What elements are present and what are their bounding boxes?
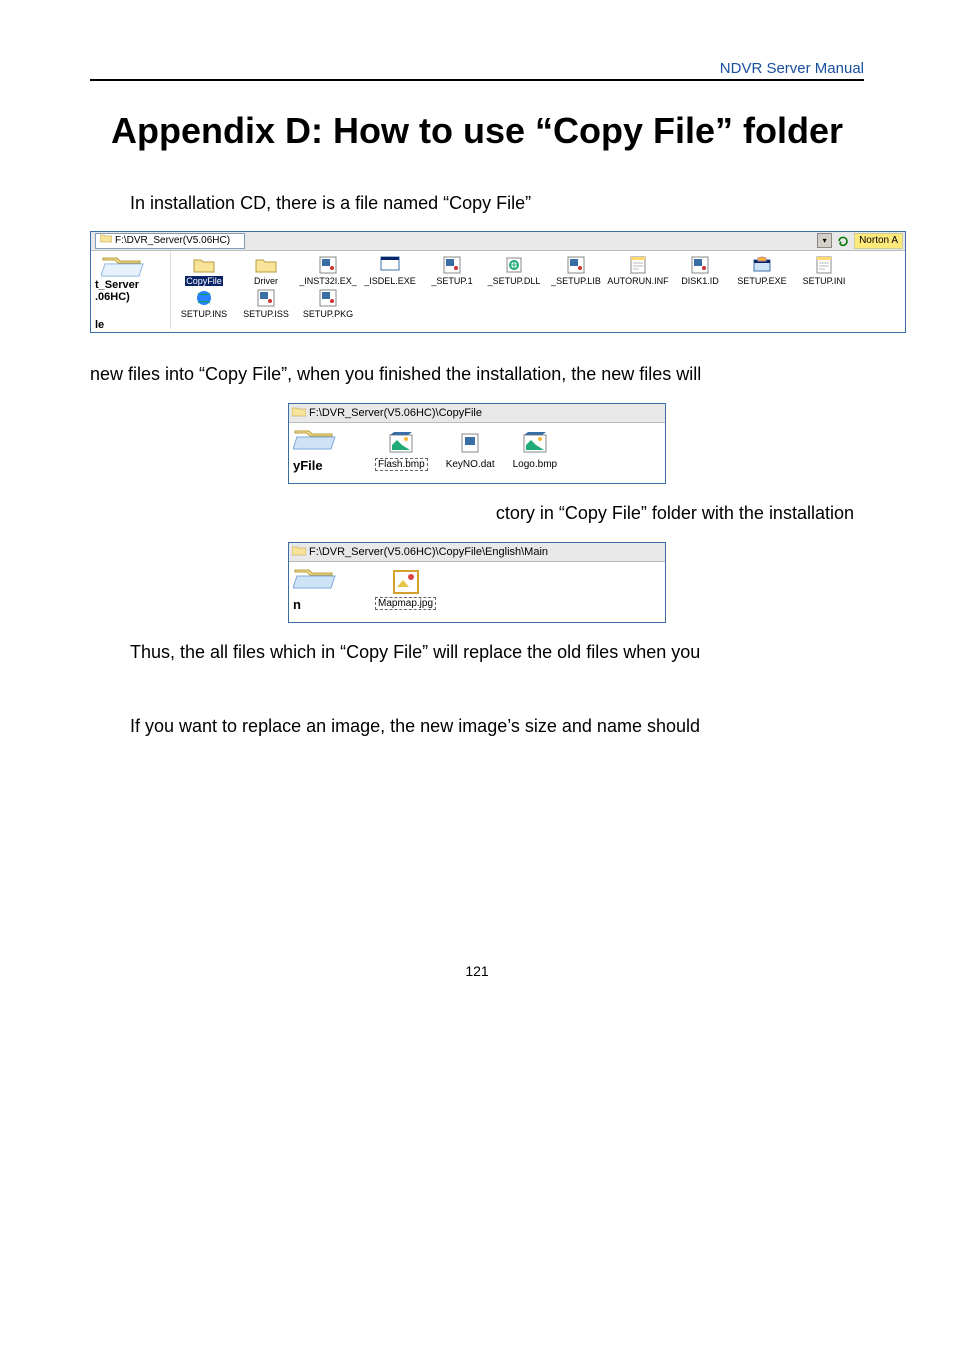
file-label: _ISDEL.EXE <box>359 276 421 286</box>
explorer-window-2: F:\DVR_Server(V5.06HC)\CopyFile yFile Fl… <box>288 403 666 484</box>
address-path-2: F:\DVR_Server(V5.06HC)\CopyFile <box>309 407 482 419</box>
address-path-text: F:\DVR_Server(V5.06HC) <box>115 234 230 248</box>
address-path[interactable]: F:\DVR_Server(V5.06HC) <box>95 233 245 249</box>
dat-icon <box>456 429 484 457</box>
file-item[interactable]: _SETUP.DLL <box>483 255 545 286</box>
app-icon <box>441 255 463 275</box>
file-label: Driver <box>235 276 297 286</box>
file-label: DISK1.ID <box>669 276 731 286</box>
side-panel-3: n <box>289 562 365 622</box>
file-label: KeyNO.dat <box>446 459 495 470</box>
file-label: _SETUP.1 <box>421 276 483 286</box>
dll-icon <box>503 255 525 275</box>
open-folder-icon <box>292 406 306 420</box>
page-title: Appendix D: How to use “Copy File” folde… <box>90 106 864 156</box>
file-item[interactable]: _SETUP.1 <box>421 255 483 286</box>
address-bar-3: F:\DVR_Server(V5.06HC)\CopyFile\English\… <box>289 543 665 562</box>
norton-toolbar[interactable]: Norton A <box>854 233 903 249</box>
file-label: CopyFile <box>173 276 235 286</box>
explorer-window-1: F:\DVR_Server(V5.06HC) ▾ Norton A t_Serv… <box>90 231 906 333</box>
inf-icon <box>813 255 835 275</box>
app-icon <box>689 255 711 275</box>
file-label: Mapmap.jpg <box>375 598 436 609</box>
app-icon <box>255 288 277 308</box>
file-item[interactable]: SETUP.ISS <box>235 288 297 319</box>
side-label-2a: yFile <box>293 458 361 473</box>
open-folder-icon <box>100 233 112 248</box>
file-label: _INST32I.EX_ <box>297 276 359 286</box>
paragraph-5: If you want to replace an image, the new… <box>90 709 864 743</box>
file-label: SETUP.ISS <box>235 309 297 319</box>
ins-icon <box>193 288 215 308</box>
paragraph-2: new files into “Copy File”, when you fin… <box>90 357 864 391</box>
paragraph-1: In installation CD, there is a file name… <box>90 186 864 220</box>
address-dropdown-button[interactable]: ▾ <box>817 233 832 248</box>
page-number: 121 <box>90 963 864 979</box>
file-item[interactable]: SETUP.PKG <box>297 288 359 319</box>
side-label-2: .06HC) <box>95 291 166 303</box>
paragraph-3: ctory in “Copy File” folder with the ins… <box>90 496 864 530</box>
paragraph-4: Thus, the all files which in “Copy File”… <box>90 635 864 669</box>
large-folder-icon <box>101 255 141 277</box>
address-bar: F:\DVR_Server(V5.06HC) ▾ Norton A <box>91 232 905 251</box>
file-item[interactable]: _SETUP.LIB <box>545 255 607 286</box>
page-header: NDVR Server Manual <box>90 60 864 81</box>
exe-icon <box>751 255 773 275</box>
file-item[interactable]: Driver <box>235 255 297 286</box>
file-item[interactable]: _INST32I.EX_ <box>297 255 359 286</box>
bmp-icon <box>521 429 549 457</box>
file-list-3: Mapmap.jpg <box>365 562 665 622</box>
side-panel-2: yFile <box>289 423 365 483</box>
file-label: _SETUP.DLL <box>483 276 545 286</box>
file-item[interactable]: SETUP.INS <box>173 288 235 319</box>
file-item[interactable]: _ISDEL.EXE <box>359 255 421 286</box>
file-label: AUTORUN.INF <box>607 276 669 286</box>
file-label: Flash.bmp <box>375 459 428 470</box>
file-label: _SETUP.LIB <box>545 276 607 286</box>
file-label: SETUP.INS <box>173 309 235 319</box>
address-bar-2: F:\DVR_Server(V5.06HC)\CopyFile <box>289 404 665 423</box>
file-item[interactable]: CopyFile <box>173 255 235 286</box>
file-item[interactable]: DISK1.ID <box>669 255 731 286</box>
file-item[interactable]: Mapmap.jpg <box>375 568 436 616</box>
file-item[interactable]: Logo.bmp <box>513 429 557 477</box>
folder-icon <box>193 255 215 275</box>
app-icon <box>317 288 339 308</box>
file-item[interactable]: AUTORUN.INF <box>607 255 669 286</box>
folder-icon <box>255 255 277 275</box>
address-path-3: F:\DVR_Server(V5.06HC)\CopyFile\English\… <box>309 546 548 558</box>
jpg-icon <box>392 568 420 596</box>
large-folder-icon <box>293 567 361 594</box>
large-folder-icon <box>293 428 361 455</box>
file-list-1: CopyFileDriver_INST32I.EX__ISDEL.EXE_SET… <box>171 251 905 329</box>
side-label-3a: n <box>293 597 361 612</box>
isdel-icon <box>379 255 401 275</box>
go-button[interactable] <box>836 234 850 248</box>
folder-icon <box>292 545 306 559</box>
file-label: SETUP.EXE <box>731 276 793 286</box>
side-label-3: le <box>95 319 166 331</box>
file-item[interactable]: SETUP.EXE <box>731 255 793 286</box>
side-label-1: t_Server <box>95 279 166 291</box>
explorer-window-3: F:\DVR_Server(V5.06HC)\CopyFile\English\… <box>288 542 666 623</box>
file-label: Logo.bmp <box>513 459 557 470</box>
file-item[interactable]: Flash.bmp <box>375 429 428 477</box>
app-icon <box>565 255 587 275</box>
app-icon <box>317 255 339 275</box>
file-list-2: Flash.bmp KeyNO.dat Logo.bmp <box>365 423 665 483</box>
file-item[interactable]: KeyNO.dat <box>446 429 495 477</box>
file-item[interactable]: SETUP.INI <box>793 255 855 286</box>
explorer-side-panel: t_Server .06HC) le <box>91 251 171 329</box>
file-label: SETUP.INI <box>793 276 855 286</box>
inf-icon <box>627 255 649 275</box>
file-label: SETUP.PKG <box>297 309 359 319</box>
bmp-icon <box>387 429 415 457</box>
